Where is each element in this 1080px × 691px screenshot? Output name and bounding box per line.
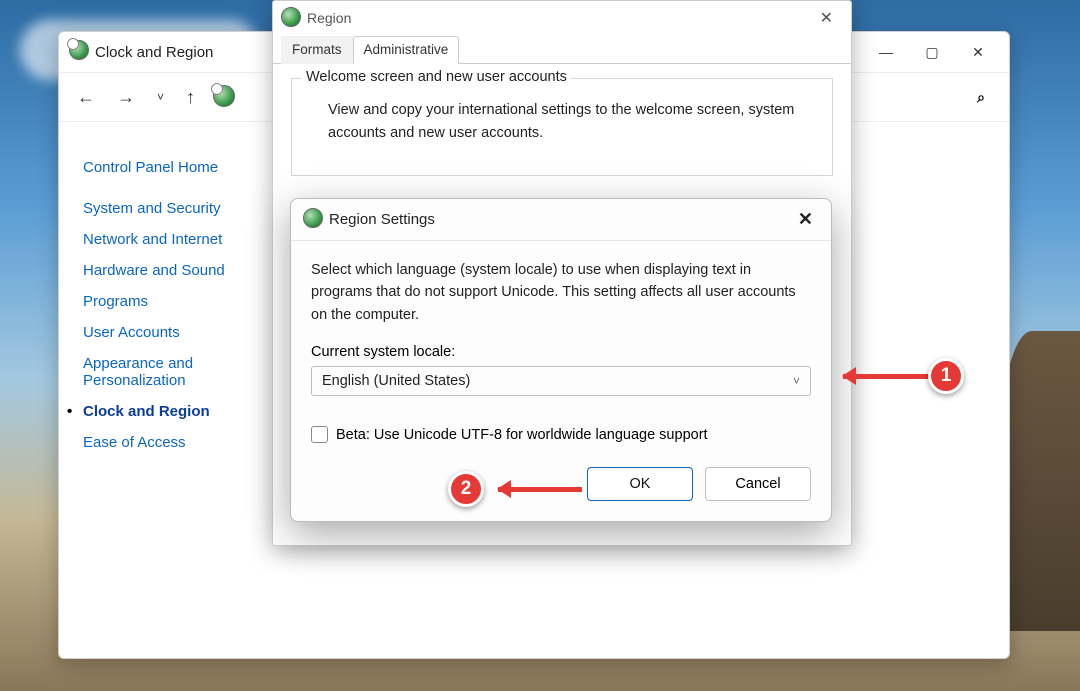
sidebar-item-clock-region[interactable]: Clock and Region — [83, 396, 271, 427]
sidebar-home[interactable]: Control Panel Home — [83, 152, 271, 183]
region-title: Region — [307, 10, 351, 26]
locale-value: English (United States) — [322, 373, 470, 389]
history-dropdown-icon[interactable]: ˅ — [153, 86, 168, 108]
minimize-button[interactable]: — — [863, 36, 909, 68]
rs-title-icon — [303, 208, 323, 232]
region-settings-dialog: Region Settings ✕ Select which language … — [290, 198, 832, 522]
ok-button[interactable]: OK — [587, 467, 693, 501]
cancel-button[interactable]: Cancel — [705, 467, 811, 501]
address-icon — [213, 85, 235, 110]
annotation-marker-1: 1 — [928, 358, 964, 394]
region-title-icon — [281, 7, 301, 30]
sidebar-item-programs[interactable]: Programs — [83, 286, 271, 317]
group-title: Welcome screen and new user accounts — [302, 69, 571, 85]
close-button[interactable]: ✕ — [955, 36, 1001, 68]
welcome-screen-group: Welcome screen and new user accounts Vie… — [291, 78, 833, 176]
forward-button[interactable]: → — [113, 83, 139, 112]
search-box[interactable]: ⌕ — [915, 82, 995, 112]
maximize-button[interactable]: ▢ — [909, 36, 955, 68]
region-close-button[interactable]: ✕ — [810, 4, 843, 32]
beta-checkbox[interactable] — [311, 426, 328, 443]
annotation-arrow-2 — [498, 487, 582, 492]
cp-title-icon — [69, 40, 89, 64]
cp-sidebar: Control Panel Home System and Security N… — [59, 134, 279, 466]
beta-utf8-checkbox-row[interactable]: Beta: Use Unicode UTF-8 for worldwide la… — [311, 426, 811, 443]
sidebar-item-system-security[interactable]: System and Security — [83, 193, 271, 224]
annotation-arrow-1 — [843, 374, 931, 379]
sidebar-item-user-accounts[interactable]: User Accounts — [83, 317, 271, 348]
search-icon: ⌕ — [977, 89, 985, 106]
back-button[interactable]: ← — [73, 83, 99, 112]
group-desc: View and copy your international setting… — [310, 93, 814, 157]
region-tabs: Formats Administrative — [273, 35, 851, 64]
chevron-down-icon: ˅ — [793, 374, 800, 388]
up-button[interactable]: ↑ — [182, 83, 199, 112]
rs-close-button[interactable]: ✕ — [792, 207, 819, 232]
tab-formats[interactable]: Formats — [281, 36, 353, 64]
background-rock — [1000, 331, 1080, 631]
annotation-marker-2: 2 — [448, 471, 484, 507]
cp-title: Clock and Region — [95, 44, 213, 61]
sidebar-item-hardware[interactable]: Hardware and Sound — [83, 255, 271, 286]
beta-label: Beta: Use Unicode UTF-8 for worldwide la… — [336, 427, 708, 443]
locale-dropdown[interactable]: English (United States) ˅ — [311, 366, 811, 396]
sidebar-item-network[interactable]: Network and Internet — [83, 224, 271, 255]
tab-administrative[interactable]: Administrative — [353, 36, 460, 64]
rs-description: Select which language (system locale) to… — [311, 259, 811, 326]
rs-title: Region Settings — [329, 211, 435, 228]
sidebar-item-appearance[interactable]: Appearance and Personalization — [83, 348, 223, 396]
locale-label: Current system locale: — [311, 344, 811, 360]
sidebar-item-ease-access[interactable]: Ease of Access — [83, 427, 271, 458]
